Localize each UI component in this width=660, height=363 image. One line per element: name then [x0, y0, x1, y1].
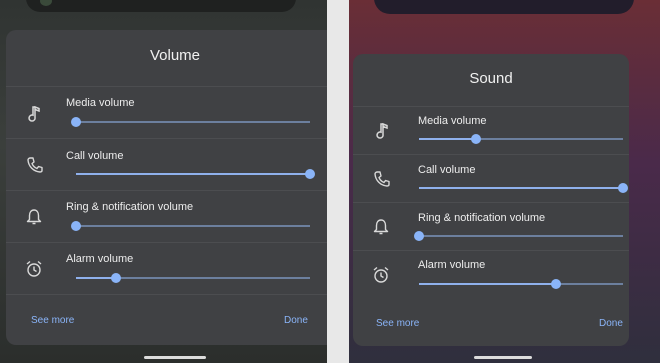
ring-volume-slider[interactable]	[71, 221, 310, 231]
alarm-volume-label: Alarm volume	[418, 259, 486, 271]
slider-thumb[interactable]	[618, 183, 628, 193]
slider-thumb[interactable]	[110, 273, 121, 283]
call-volume-label: Call volume	[66, 150, 124, 162]
volume-row-media: Media volume	[6, 86, 327, 138]
call-volume-slider[interactable]	[419, 183, 628, 193]
home-indicator[interactable]	[144, 356, 206, 359]
right-screenshot: Sound Media volume Call volume Ring & no…	[349, 0, 660, 363]
slider-thumb[interactable]	[550, 279, 561, 289]
volume-row-alarm: Alarm volume	[353, 250, 629, 298]
volume-row-alarm: Alarm volume	[6, 242, 327, 294]
slider-thumb[interactable]	[414, 231, 424, 241]
see-more-button[interactable]: See more	[31, 315, 74, 326]
panel-title: Sound	[469, 70, 513, 87]
home-indicator[interactable]	[474, 356, 532, 359]
slider-thumb[interactable]	[71, 221, 81, 231]
done-button[interactable]: Done	[284, 315, 308, 326]
volume-row-ring: Ring & notification volume	[353, 202, 629, 250]
ring-volume-label: Ring & notification volume	[418, 212, 546, 224]
slider-fill	[419, 283, 556, 285]
alarm-volume-slider[interactable]	[419, 279, 623, 289]
call-volume-label: Call volume	[418, 164, 476, 176]
status-dot-icon	[40, 0, 52, 6]
volume-row-media: Media volume	[353, 106, 629, 154]
slider-fill	[419, 187, 623, 189]
ring-volume-slider[interactable]	[414, 231, 623, 241]
alarm-volume-slider[interactable]	[76, 273, 310, 283]
volume-panel: Volume Media volume Call volume Ring & n…	[6, 30, 327, 345]
media-volume-slider[interactable]	[419, 134, 623, 144]
done-button[interactable]: Done	[599, 318, 623, 329]
footer-divider	[6, 294, 327, 295]
notification-shade-top	[374, 0, 634, 14]
phone-icon	[26, 156, 44, 174]
slider-thumb[interactable]	[71, 117, 81, 127]
slider-fill	[76, 173, 310, 175]
music-note-icon	[27, 106, 41, 122]
bell-icon	[26, 208, 42, 226]
alarm-volume-label: Alarm volume	[66, 253, 134, 265]
panel-title: Volume	[149, 47, 201, 64]
slider-fill	[419, 138, 477, 140]
volume-row-ring: Ring & notification volume	[6, 190, 327, 242]
bell-icon	[373, 218, 389, 236]
media-volume-label: Media volume	[66, 97, 135, 109]
volume-row-call: Call volume	[6, 138, 327, 190]
media-volume-label: Media volume	[418, 115, 487, 127]
call-volume-slider[interactable]	[76, 169, 315, 179]
notification-shade-top	[26, 0, 296, 12]
alarm-clock-icon	[372, 266, 390, 284]
sound-panel: Sound Media volume Call volume Ring & no…	[353, 54, 629, 346]
slider-fill	[76, 277, 116, 279]
alarm-clock-icon	[25, 260, 43, 278]
slider-thumb[interactable]	[471, 134, 482, 144]
phone-icon	[373, 170, 391, 188]
media-volume-slider[interactable]	[71, 117, 310, 127]
volume-row-call: Call volume	[353, 154, 629, 202]
ring-volume-label: Ring & notification volume	[66, 201, 194, 213]
music-note-icon	[375, 123, 389, 139]
see-more-button[interactable]: See more	[376, 318, 419, 329]
slider-thumb[interactable]	[305, 169, 315, 179]
left-screenshot: Volume Media volume Call volume Ring & n…	[0, 0, 327, 363]
